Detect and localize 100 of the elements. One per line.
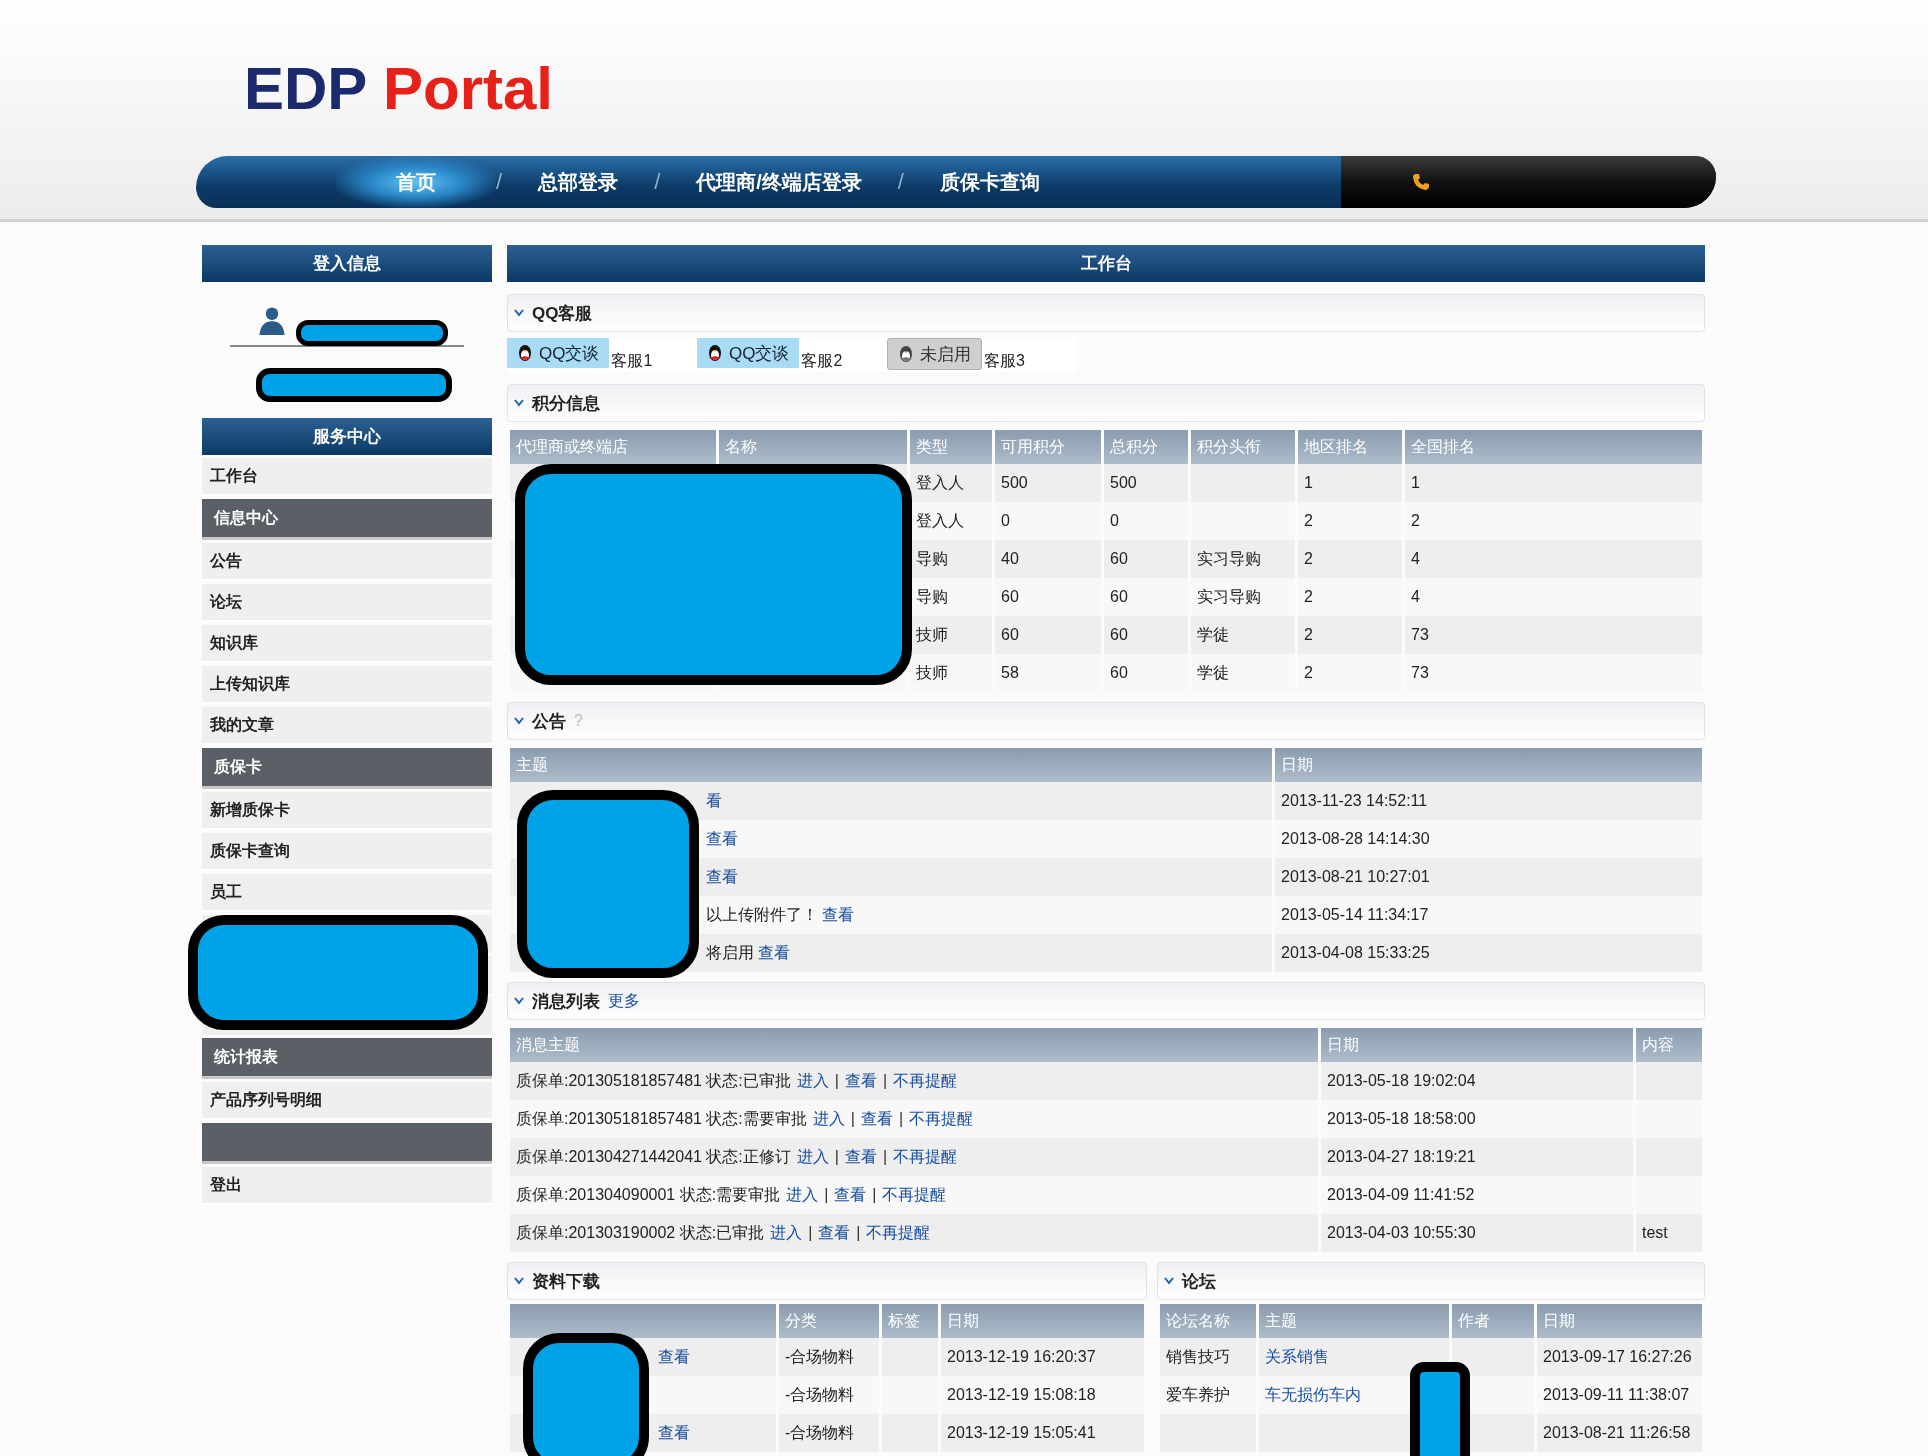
more-link[interactable]: 更多	[608, 990, 640, 1012]
column-header: 类型	[910, 430, 992, 464]
message-subject: 质保单:201304271442041 状态:正修订	[516, 1147, 791, 1165]
chevron-icon[interactable]	[514, 997, 524, 1005]
message-link[interactable]: 不再提醒	[882, 1185, 947, 1203]
message-link[interactable]: 查看	[844, 1147, 877, 1165]
message-link[interactable]: 进入	[786, 1185, 819, 1203]
message-link[interactable]: 进入	[796, 1071, 829, 1089]
table-cell: 2013-12-19 16:20:37	[941, 1338, 1144, 1376]
table-cell: 学徒	[1197, 663, 1229, 681]
column-header: 标签	[882, 1304, 938, 1338]
sidebar-item[interactable]: 工作台	[202, 458, 492, 496]
link-separator: |	[834, 1071, 839, 1089]
table-cell: 60	[995, 616, 1101, 654]
table-cell: 2013-11-23 14:52:11	[1275, 782, 1702, 820]
sidebar-item[interactable]: 知识库	[202, 625, 492, 663]
view-link[interactable]: 查看	[658, 1347, 690, 1365]
sidebar-item[interactable]: 公告	[202, 543, 492, 581]
sidebar-item[interactable]: 登出	[202, 1167, 492, 1205]
nav-tab[interactable]: 总部登录	[502, 156, 655, 208]
view-link[interactable]: 查看	[658, 1423, 690, 1441]
table-cell: 40	[995, 540, 1101, 578]
message-link[interactable]: 查看	[860, 1109, 893, 1127]
nav-tab[interactable]: 质保卡查询	[903, 156, 1076, 208]
chevron-icon[interactable]	[1164, 1277, 1174, 1285]
sidebar-group[interactable]: 信息中心	[202, 499, 492, 540]
message-link[interactable]: 不再提醒	[893, 1071, 958, 1089]
table-cell: -合场物料	[779, 1414, 879, 1452]
view-link[interactable]: 查看	[758, 943, 791, 961]
table-cell: 登入人	[910, 464, 992, 502]
penguin-icon	[517, 344, 533, 362]
message-link[interactable]: 进入	[770, 1223, 803, 1241]
message-link[interactable]: 进入	[796, 1147, 829, 1165]
section-title: 消息列表	[532, 990, 600, 1013]
panel-title: 登入信息	[202, 245, 492, 282]
link-separator: |	[824, 1185, 829, 1203]
nav-tab[interactable]: 代理商/终端店登录	[660, 156, 898, 208]
table-cell: 2013-04-03 10:55:30	[1321, 1214, 1633, 1252]
view-link[interactable]: 查看	[706, 867, 738, 885]
column-header: 可用积分	[995, 430, 1101, 464]
chat-button[interactable]: 未启用	[887, 338, 982, 370]
column-header: 地区排名	[1298, 430, 1402, 464]
table-cell: 2	[1298, 540, 1402, 578]
chevron-icon[interactable]	[514, 309, 524, 317]
column-header: 名称	[719, 430, 907, 464]
sidebar-item[interactable]: 产品序列号明细	[202, 1082, 492, 1120]
table-cell: 2013-08-21 10:27:01	[1275, 858, 1702, 896]
chat-button[interactable]: QQ交谈	[507, 338, 610, 368]
column-header: 日期	[1275, 748, 1702, 782]
sidebar-group[interactable]: 统计报表	[202, 1038, 492, 1079]
nav-separator: /	[897, 169, 904, 195]
sidebar-group[interactable]: 质保卡	[202, 748, 492, 789]
logo: EDP Portal	[244, 56, 553, 122]
sidebar-item[interactable]: 员工	[202, 874, 492, 912]
link-separator: |	[834, 1147, 839, 1165]
column-header: 分类	[779, 1304, 879, 1338]
chevron-icon[interactable]	[514, 399, 524, 407]
topic-link[interactable]: 关系销售	[1265, 1347, 1329, 1365]
column-header: 消息主题	[510, 1028, 1318, 1062]
message-link[interactable]: 查看	[834, 1185, 867, 1203]
column-header: 作者	[1452, 1304, 1534, 1338]
column-header: 全国排名	[1405, 430, 1702, 464]
table-cell: 4	[1405, 540, 1702, 578]
table-cell: 2013-04-27 18:19:21	[1321, 1138, 1633, 1176]
table-cell: 2013-09-17 16:27:26	[1537, 1338, 1702, 1376]
view-link[interactable]: 查看	[822, 905, 855, 923]
sidebar-item[interactable]: 论坛	[202, 584, 492, 622]
section-title: 积分信息	[532, 392, 600, 415]
table-cell: 60	[1104, 616, 1188, 654]
table-cell: 学徒	[1197, 625, 1229, 643]
sidebar-item[interactable]: 新增质保卡	[202, 792, 492, 830]
chevron-icon[interactable]	[514, 1277, 524, 1285]
agent-name: 客服1	[611, 351, 653, 371]
table-cell: 销售技巧	[1166, 1347, 1230, 1365]
message-subject: 质保单:201305181857481 状态:已审批	[516, 1071, 791, 1089]
sidebar-item[interactable]: 上传知识库	[202, 666, 492, 704]
user-icon	[257, 305, 287, 335]
penguin-icon	[707, 344, 723, 362]
message-link[interactable]: 不再提醒	[909, 1109, 974, 1127]
link-separator: |	[898, 1109, 904, 1127]
table-cell: 2013-05-18 19:02:04	[1321, 1062, 1633, 1100]
table-cell: test	[1642, 1224, 1668, 1241]
phone-icon	[1411, 172, 1431, 192]
sidebar-item[interactable]: 质保卡查询	[202, 833, 492, 871]
column-header: 日期	[1321, 1028, 1633, 1062]
link-separator: |	[856, 1223, 861, 1241]
topic-link[interactable]: 车无损伤车内	[1265, 1385, 1361, 1403]
message-link[interactable]: 查看	[818, 1223, 851, 1241]
view-link[interactable]: 看	[706, 791, 722, 809]
sidebar-item[interactable]: 我的文章	[202, 707, 492, 745]
message-link[interactable]: 不再提醒	[893, 1147, 958, 1165]
table-cell: 500	[1104, 464, 1188, 502]
message-link[interactable]: 不再提醒	[866, 1223, 931, 1241]
message-link[interactable]: 进入	[812, 1109, 845, 1127]
chevron-icon[interactable]	[514, 717, 524, 725]
message-link[interactable]: 查看	[844, 1071, 877, 1089]
chat-button[interactable]: QQ交谈	[697, 338, 800, 368]
notice-title: 以上传附件了！	[706, 905, 818, 923]
panel-title: 服务中心	[202, 418, 492, 455]
view-link[interactable]: 查看	[706, 829, 738, 847]
